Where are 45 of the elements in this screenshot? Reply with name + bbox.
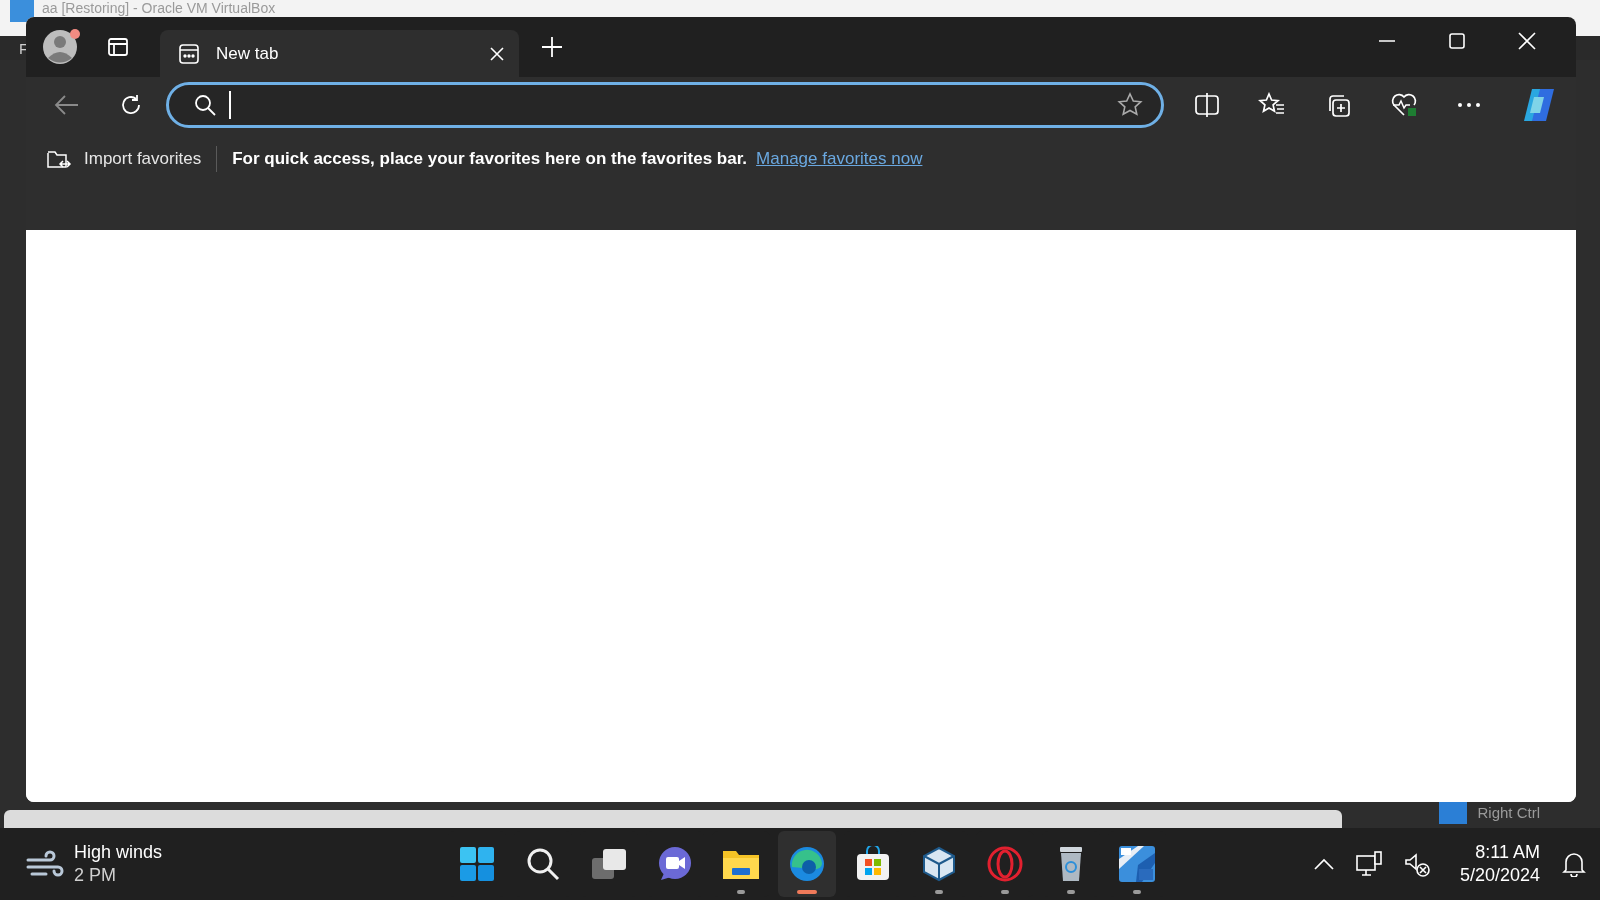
search-icon xyxy=(193,93,217,117)
new-tab-button[interactable] xyxy=(541,36,563,58)
add-favorite-button[interactable] xyxy=(1117,92,1143,118)
browser-button[interactable] xyxy=(788,845,826,883)
status-text: Right Ctrl xyxy=(1477,802,1540,823)
start-button[interactable] xyxy=(459,846,495,882)
maximize-button[interactable] xyxy=(1448,32,1466,50)
notifications-icon[interactable] xyxy=(1562,851,1586,877)
show-hidden-icons-button[interactable] xyxy=(1313,858,1334,870)
weather-condition: High winds xyxy=(74,841,163,864)
clock-time: 8:11 AM xyxy=(1475,841,1540,864)
opera-button[interactable] xyxy=(987,846,1023,882)
profile-avatar-icon[interactable] xyxy=(40,27,80,67)
close-tab-button[interactable] xyxy=(489,45,505,62)
cube-button[interactable] xyxy=(922,846,956,882)
more-button[interactable] xyxy=(1456,101,1482,109)
split-screen-button[interactable] xyxy=(1194,92,1220,118)
recycle-bin-button[interactable] xyxy=(1057,845,1085,883)
heart-pulse-button[interactable] xyxy=(1390,92,1418,118)
close-button[interactable] xyxy=(1518,32,1536,50)
window-title: aa [Restoring] - Oracle VM VirtualBox xyxy=(42,0,276,16)
tab-actions-icon[interactable] xyxy=(106,35,130,59)
address-bar[interactable] xyxy=(166,82,1164,128)
favorites-message: For quick access, place your favorites here on the favorites bar. xyxy=(232,148,748,170)
volume-muted-icon[interactable] xyxy=(1403,851,1430,877)
tab-title: New tab xyxy=(216,42,280,65)
back-button[interactable] xyxy=(54,94,80,116)
import-favorites-button[interactable]: Import favorites xyxy=(46,145,202,173)
clock[interactable]: 8:11 AM 5/20/2024 xyxy=(1459,841,1540,887)
task-view-button[interactable] xyxy=(590,847,628,881)
host-key-icon xyxy=(1439,802,1468,824)
tab-page-icon xyxy=(178,42,200,65)
browser-tab[interactable]: New tab xyxy=(160,30,519,77)
windows-badge-button[interactable] xyxy=(1118,845,1156,883)
weather-widget[interactable]: High winds 2 PM xyxy=(26,841,256,887)
chat-button[interactable] xyxy=(657,846,693,882)
wind-icon xyxy=(26,850,64,878)
weather-time: 2 PM xyxy=(74,864,117,887)
search-button[interactable] xyxy=(526,847,560,881)
network-icon[interactable] xyxy=(1355,851,1382,877)
text-cursor xyxy=(229,91,231,119)
app-icon xyxy=(10,0,34,22)
clock-date: 5/20/2024 xyxy=(1459,864,1540,887)
manage-favorites-link[interactable]: Manage favorites now xyxy=(756,145,923,173)
store-button[interactable] xyxy=(855,846,891,882)
